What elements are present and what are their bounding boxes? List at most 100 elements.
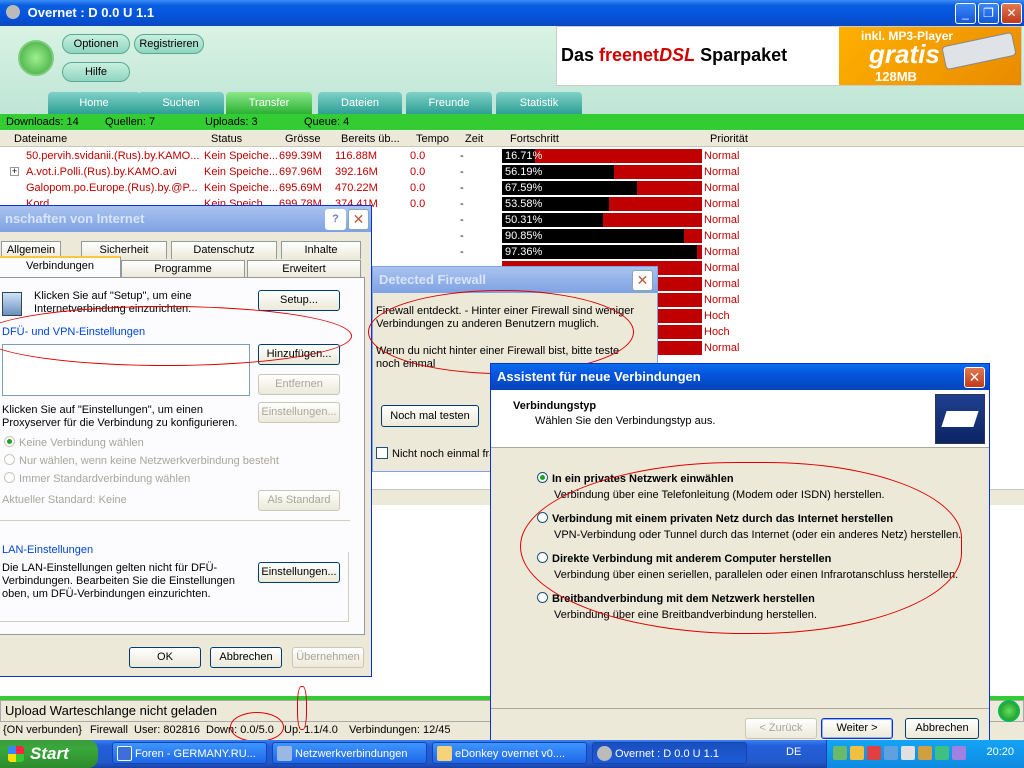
col-size[interactable]: Grösse <box>285 131 320 147</box>
system-tray: 20:20 <box>826 740 1024 768</box>
cell-priority: Normal <box>704 230 740 242</box>
banner-brand2: DSL <box>659 45 696 65</box>
taskbar-item-edonkey-label: eDonkey overnet v0.... <box>455 748 566 760</box>
tab-privacy[interactable]: Datenschutz <box>171 241 277 259</box>
help-button[interactable]: Hilfe <box>62 62 130 82</box>
wizard-heading: Verbindungstyp <box>513 400 597 412</box>
current-default: Aktueller Standard: Keine <box>2 494 127 506</box>
progress-bar: 16.71% <box>502 149 702 163</box>
tab-advanced[interactable]: Erweitert <box>247 260 361 278</box>
cell-speed: 0.0 <box>410 182 426 194</box>
annotation-up-mark <box>297 686 307 730</box>
tray-antivirus-icon[interactable] <box>918 746 932 760</box>
taskbar-item-overnet[interactable]: Overnet : D 0.0 U 1.1 <box>592 742 747 764</box>
tab-connections[interactable]: Verbindungen <box>0 256 121 277</box>
inet-cancel-button[interactable]: Abbrechen <box>210 647 282 668</box>
radio-dial-when-none-label: Nur wählen, wenn keine Netzwerkverbindun… <box>19 455 279 467</box>
status-firewall: Firewall <box>90 724 128 736</box>
tab-programs[interactable]: Programme <box>121 260 245 278</box>
cell-filename: A.vot.i.Polli.(Rus).by.KAMO.avi <box>26 166 177 178</box>
nav-files[interactable]: Dateien <box>318 92 402 114</box>
status-up: Up: 1.1/4.0 <box>284 724 338 736</box>
options-button[interactable]: Optionen <box>62 34 130 54</box>
tray-download-icon[interactable] <box>935 746 949 760</box>
maximize-button[interactable]: ❐ <box>978 3 999 24</box>
register-button[interactable]: Registrieren <box>134 34 204 54</box>
taskbar-item-edonkey[interactable]: eDonkey overnet v0.... <box>432 742 587 764</box>
taskbar-item-forum[interactable]: Foren - GERMANY.RU... <box>112 742 267 764</box>
minimize-button[interactable]: _ <box>955 3 976 24</box>
nav-statistics[interactable]: Statistik <box>496 92 582 114</box>
tray-app-icon[interactable] <box>833 746 847 760</box>
tray-volume-icon[interactable] <box>901 746 915 760</box>
nav-search[interactable]: Suchen <box>138 92 224 114</box>
radio-dial-when-none-dot <box>4 454 15 465</box>
firewall-close-button[interactable]: ✕ <box>632 270 653 291</box>
table-row[interactable]: Galopom.po.Europe.(Rus).by.@P... Kein Spe… <box>0 180 750 196</box>
lan-settings-button[interactable]: Einstellungen... <box>258 562 340 583</box>
col-progress[interactable]: Fortschritt <box>510 131 559 147</box>
nav-friends-label: Freunde <box>428 97 470 109</box>
help-title-button[interactable]: ? <box>325 209 346 230</box>
inet-close-button[interactable]: ✕ <box>348 209 369 230</box>
tray-security-icon[interactable] <box>867 746 881 760</box>
tray-messenger-icon[interactable] <box>884 746 898 760</box>
cell-priority: Normal <box>704 278 740 290</box>
network-icon <box>277 746 292 761</box>
setup-button[interactable]: Setup... <box>258 290 340 311</box>
col-time[interactable]: Zeit <box>465 131 483 147</box>
tab-content[interactable]: Inhalte <box>281 241 361 259</box>
nav-friends[interactable]: Freunde <box>406 92 492 114</box>
start-button[interactable]: Start <box>0 740 98 768</box>
wizard-cancel-button[interactable]: Abbrechen <box>905 718 979 739</box>
stat-sources: Quellen: 7 <box>105 116 156 128</box>
close-button[interactable]: ✕ <box>1001 3 1022 24</box>
cell-priority: Normal <box>704 214 740 226</box>
settings-button-dfue: Einstellungen... <box>258 402 340 423</box>
col-priority[interactable]: Priorität <box>710 131 748 147</box>
cell-priority: Normal <box>704 166 740 178</box>
language-indicator[interactable]: DE <box>786 746 801 758</box>
expand-icon[interactable]: + <box>10 167 19 176</box>
progress-text: 56.19% <box>505 166 543 178</box>
tray-network-icon[interactable] <box>850 746 864 760</box>
col-done[interactable]: Bereits üb... <box>341 131 400 147</box>
wizard-close-button[interactable]: ✕ <box>964 367 985 388</box>
nav-transfer[interactable]: Transfer <box>226 92 312 114</box>
browser-icon <box>117 746 132 761</box>
progress-text: 97.36% <box>505 246 543 258</box>
progress-bar: 90.85% <box>502 229 702 243</box>
cell-priority: Hoch <box>704 326 730 338</box>
app-icon <box>6 5 20 19</box>
taskbar-item-network-label: Netzwerkverbindungen <box>295 748 408 760</box>
col-speed[interactable]: Tempo <box>416 131 449 147</box>
firewall-title-bar[interactable]: Detected Firewall <box>373 267 657 293</box>
wizard-option-radio[interactable] <box>537 592 548 603</box>
cell-priority: Normal <box>704 262 740 274</box>
cell-size: 695.69M <box>279 182 322 194</box>
nav-home-label: Home <box>79 97 109 109</box>
cell-filename: 50.pervih.svidanii.(Rus).by.KAMO... <box>26 150 200 162</box>
progress-bar: 97.36% <box>502 245 702 259</box>
taskbar-item-network[interactable]: Netzwerkverbindungen <box>272 742 427 764</box>
table-row[interactable]: 50.pervih.svidanii.(Rus).by.KAMO... Kein … <box>0 148 750 164</box>
wizard-title-bar[interactable]: Assistent für neue Verbindungen <box>491 364 989 390</box>
cell-priority: Normal <box>704 342 740 354</box>
tray-update-icon[interactable] <box>952 746 966 760</box>
col-filename[interactable]: Dateiname <box>14 131 67 147</box>
main-title-bar[interactable]: Overnet : D 0.0 U 1.1 <box>0 0 1024 26</box>
ad-banner[interactable]: Das freenetDSL Sparpaket inkl. MP3-Playe… <box>556 26 1022 86</box>
nav-home[interactable]: Home <box>48 92 140 114</box>
cell-status: Kein Speiche... <box>204 150 278 162</box>
cell-priority: Normal <box>704 294 740 306</box>
promo-main: gratis <box>869 39 940 69</box>
table-row[interactable]: A.vot.i.Polli.(Rus).by.KAMO.avi Kein Spei… <box>0 164 750 180</box>
dont-ask-checkbox[interactable]: Nicht noch einmal fra <box>376 447 495 460</box>
col-status[interactable]: Status <box>211 131 242 147</box>
ok-button[interactable]: OK <box>129 647 201 668</box>
retest-button[interactable]: Noch mal testen <box>381 405 479 427</box>
wizard-option-radio[interactable] <box>537 472 548 483</box>
annotation-wizard-ellipse <box>520 462 962 634</box>
next-button[interactable]: Weiter > <box>821 718 893 739</box>
inet-title-bar[interactable]: nschaften von Internet <box>0 206 371 232</box>
